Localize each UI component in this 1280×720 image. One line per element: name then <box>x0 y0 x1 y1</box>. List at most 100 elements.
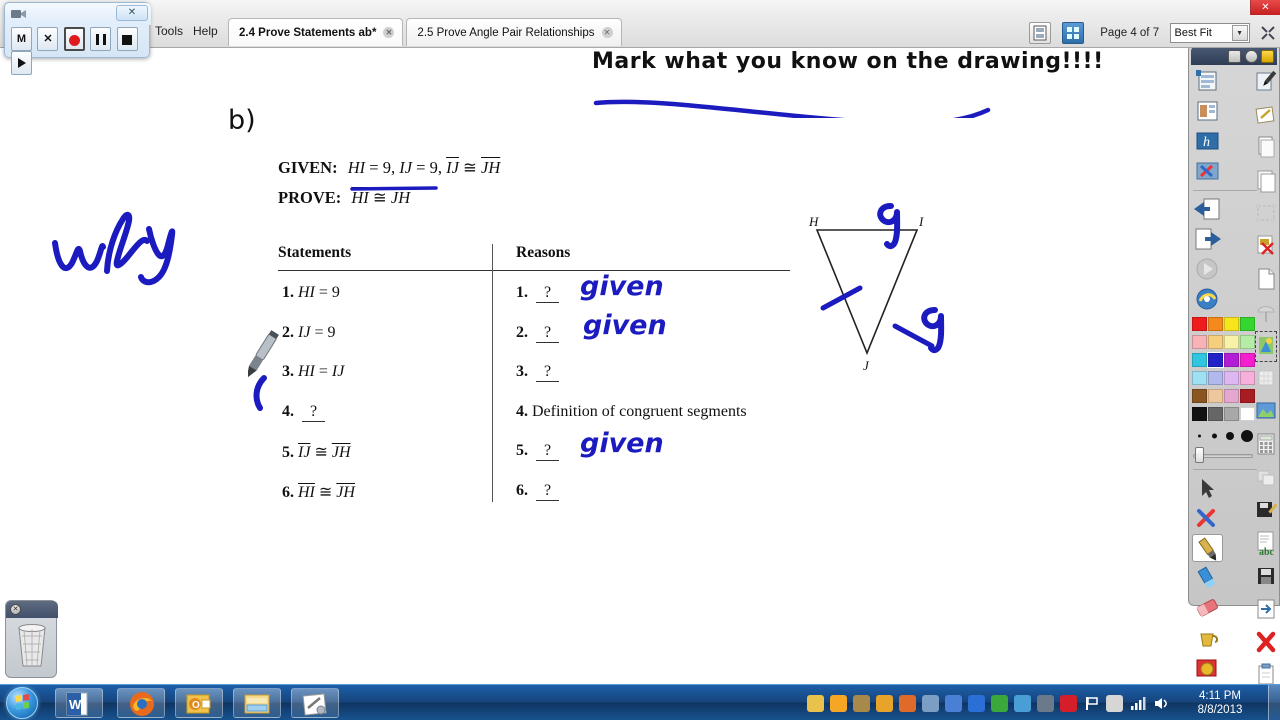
cancel-button[interactable]: ✕ <box>37 27 59 51</box>
stroke-size-1[interactable] <box>1197 434 1201 438</box>
slider-knob[interactable] <box>1195 447 1204 463</box>
save-disk-icon[interactable] <box>1255 562 1277 593</box>
close-icon[interactable]: ✕ <box>10 604 21 615</box>
stamp-icon[interactable] <box>1192 654 1223 682</box>
capture-screen-icon[interactable] <box>1192 67 1223 95</box>
tab-close-icon[interactable]: ✕ <box>383 27 395 39</box>
system-tray[interactable] <box>804 685 1172 720</box>
spellcheck-abc-icon[interactable]: abc <box>1255 529 1277 560</box>
color-swatch-4-1[interactable] <box>1208 389 1223 403</box>
volume-icon[interactable] <box>1152 695 1169 712</box>
delete-page-icon[interactable] <box>1255 232 1277 263</box>
thickness-slider[interactable] <box>1193 447 1255 465</box>
color-swatch-2-3[interactable] <box>1240 353 1255 367</box>
eraser-icon[interactable] <box>1192 594 1223 622</box>
taskbar-notes[interactable] <box>291 688 339 718</box>
tab-strip[interactable]: 2.4 Prove Statements ab* ✕ 2.5 Prove Angle… <box>228 18 625 48</box>
color-swatch-2-2[interactable] <box>1224 353 1239 367</box>
flag-icon[interactable] <box>1083 695 1100 712</box>
thumbnails-panel-button[interactable] <box>1029 22 1052 44</box>
zoom-select[interactable]: Best Fit ▼ <box>1169 23 1250 43</box>
window-close-button[interactable]: ✕ <box>1250 0 1280 15</box>
color-swatch-2-1[interactable] <box>1207 352 1224 368</box>
bluetooth-icon[interactable] <box>968 695 985 712</box>
pin-icon[interactable] <box>1261 50 1274 63</box>
color-swatch-5-3[interactable] <box>1240 407 1255 421</box>
color-swatch-1-2[interactable] <box>1224 335 1239 349</box>
stroke-size-selector[interactable] <box>1192 427 1258 445</box>
stop-button[interactable] <box>116 27 138 51</box>
color-swatch-0-1[interactable] <box>1208 317 1223 331</box>
toolbar-side-column[interactable]: abc <box>1255 67 1278 694</box>
calculator-icon[interactable] <box>1255 430 1277 461</box>
new-page-icon[interactable] <box>1255 133 1277 164</box>
office-icon[interactable] <box>876 695 893 712</box>
taskbar-word[interactable]: W <box>55 688 103 718</box>
prev-page-icon[interactable] <box>1192 195 1223 223</box>
color-swatch-5-2[interactable] <box>1224 407 1239 421</box>
tools-cross-icon[interactable] <box>1192 504 1223 532</box>
screen-recorder-window[interactable]: ✕ M ✕ <box>4 2 151 75</box>
taskbar-firefox[interactable] <box>117 688 165 718</box>
signal-icon[interactable] <box>1129 695 1146 712</box>
chevron-down-icon[interactable]: ▼ <box>1231 25 1248 41</box>
opera-icon[interactable] <box>1060 695 1077 712</box>
highlighter-icon[interactable] <box>1192 564 1223 592</box>
record-button[interactable] <box>63 27 85 51</box>
color-swatch-4-3[interactable] <box>1240 389 1255 403</box>
menu-help[interactable]: Help <box>193 24 218 38</box>
color-swatch-4-2[interactable] <box>1224 389 1239 403</box>
start-button[interactable] <box>6 687 38 719</box>
annotation-toolbar[interactable]: h abc <box>1188 44 1280 720</box>
windows-taskbar[interactable]: W O 4:11 PM 8/8/2013 <box>0 684 1280 720</box>
media-icon[interactable] <box>1192 285 1223 313</box>
color-swatch-0-2[interactable] <box>1224 317 1239 331</box>
tab-close-icon[interactable]: ✕ <box>601 27 613 39</box>
color-swatch-0-0[interactable] <box>1192 317 1207 331</box>
update-icon[interactable] <box>830 695 847 712</box>
duplicate-page-icon[interactable] <box>1255 166 1277 197</box>
fullscreen-icon[interactable] <box>1260 25 1276 41</box>
color-swatch-1-1[interactable] <box>1208 335 1223 349</box>
mute-button[interactable]: M <box>11 27 32 51</box>
color-palette[interactable] <box>1192 317 1258 425</box>
color-swatch-3-2[interactable] <box>1224 371 1239 385</box>
taskbar-explorer[interactable] <box>233 688 281 718</box>
appbar-right-controls[interactable]: Page 4 of 7 Best Fit ▼ <box>1029 22 1276 46</box>
recorder-controls[interactable]: M ✕ <box>11 27 149 75</box>
color-swatch-0-3[interactable] <box>1240 317 1255 331</box>
network-icon[interactable] <box>922 695 939 712</box>
handwriting-icon[interactable]: h <box>1192 127 1223 155</box>
menu-tools[interactable]: Tools <box>155 24 183 38</box>
blank-page-icon[interactable] <box>1255 265 1277 296</box>
disc-icon[interactable] <box>1014 695 1031 712</box>
sync-icon[interactable] <box>991 695 1008 712</box>
color-swatch-4-0[interactable] <box>1192 389 1207 403</box>
pen-icon[interactable] <box>1192 534 1223 562</box>
play-button[interactable] <box>11 51 32 75</box>
stroke-size-3[interactable] <box>1226 432 1234 440</box>
stroke-size-2[interactable] <box>1211 433 1217 439</box>
panel-icon[interactable] <box>1228 50 1241 63</box>
bluetooth-transfer-icon[interactable] <box>945 695 962 712</box>
display-icon[interactable] <box>1037 695 1054 712</box>
show-desktop-button[interactable] <box>1268 685 1280 720</box>
tools-icon[interactable] <box>1192 157 1223 185</box>
document-canvas[interactable]: b) Mark what you know on the drawing!!!!… <box>0 48 1188 650</box>
color-swatch-5-0[interactable] <box>1192 407 1207 421</box>
toolbar-main-grid[interactable]: h <box>1192 67 1258 720</box>
recorder-close-button[interactable]: ✕ <box>116 5 148 21</box>
taskbar-clock[interactable]: 4:11 PM 8/8/2013 <box>1178 689 1262 717</box>
paint-bucket-icon[interactable] <box>1192 624 1223 652</box>
color-swatch-3-1[interactable] <box>1208 371 1223 385</box>
notes-icon[interactable] <box>1255 100 1277 131</box>
power-icon[interactable] <box>1106 695 1123 712</box>
tab-1[interactable]: 2.5 Prove Angle Pair Relationships ✕ <box>406 18 622 46</box>
pointer-icon[interactable] <box>1192 474 1223 502</box>
clipart-icon[interactable] <box>1255 331 1277 362</box>
pen-tablet-icon[interactable] <box>853 695 870 712</box>
color-swatch-5-1[interactable] <box>1208 407 1223 421</box>
taskbar-outlook[interactable]: O <box>175 688 223 718</box>
stroke-size-4[interactable] <box>1241 430 1253 442</box>
annotate-pen-icon[interactable] <box>1255 67 1277 98</box>
